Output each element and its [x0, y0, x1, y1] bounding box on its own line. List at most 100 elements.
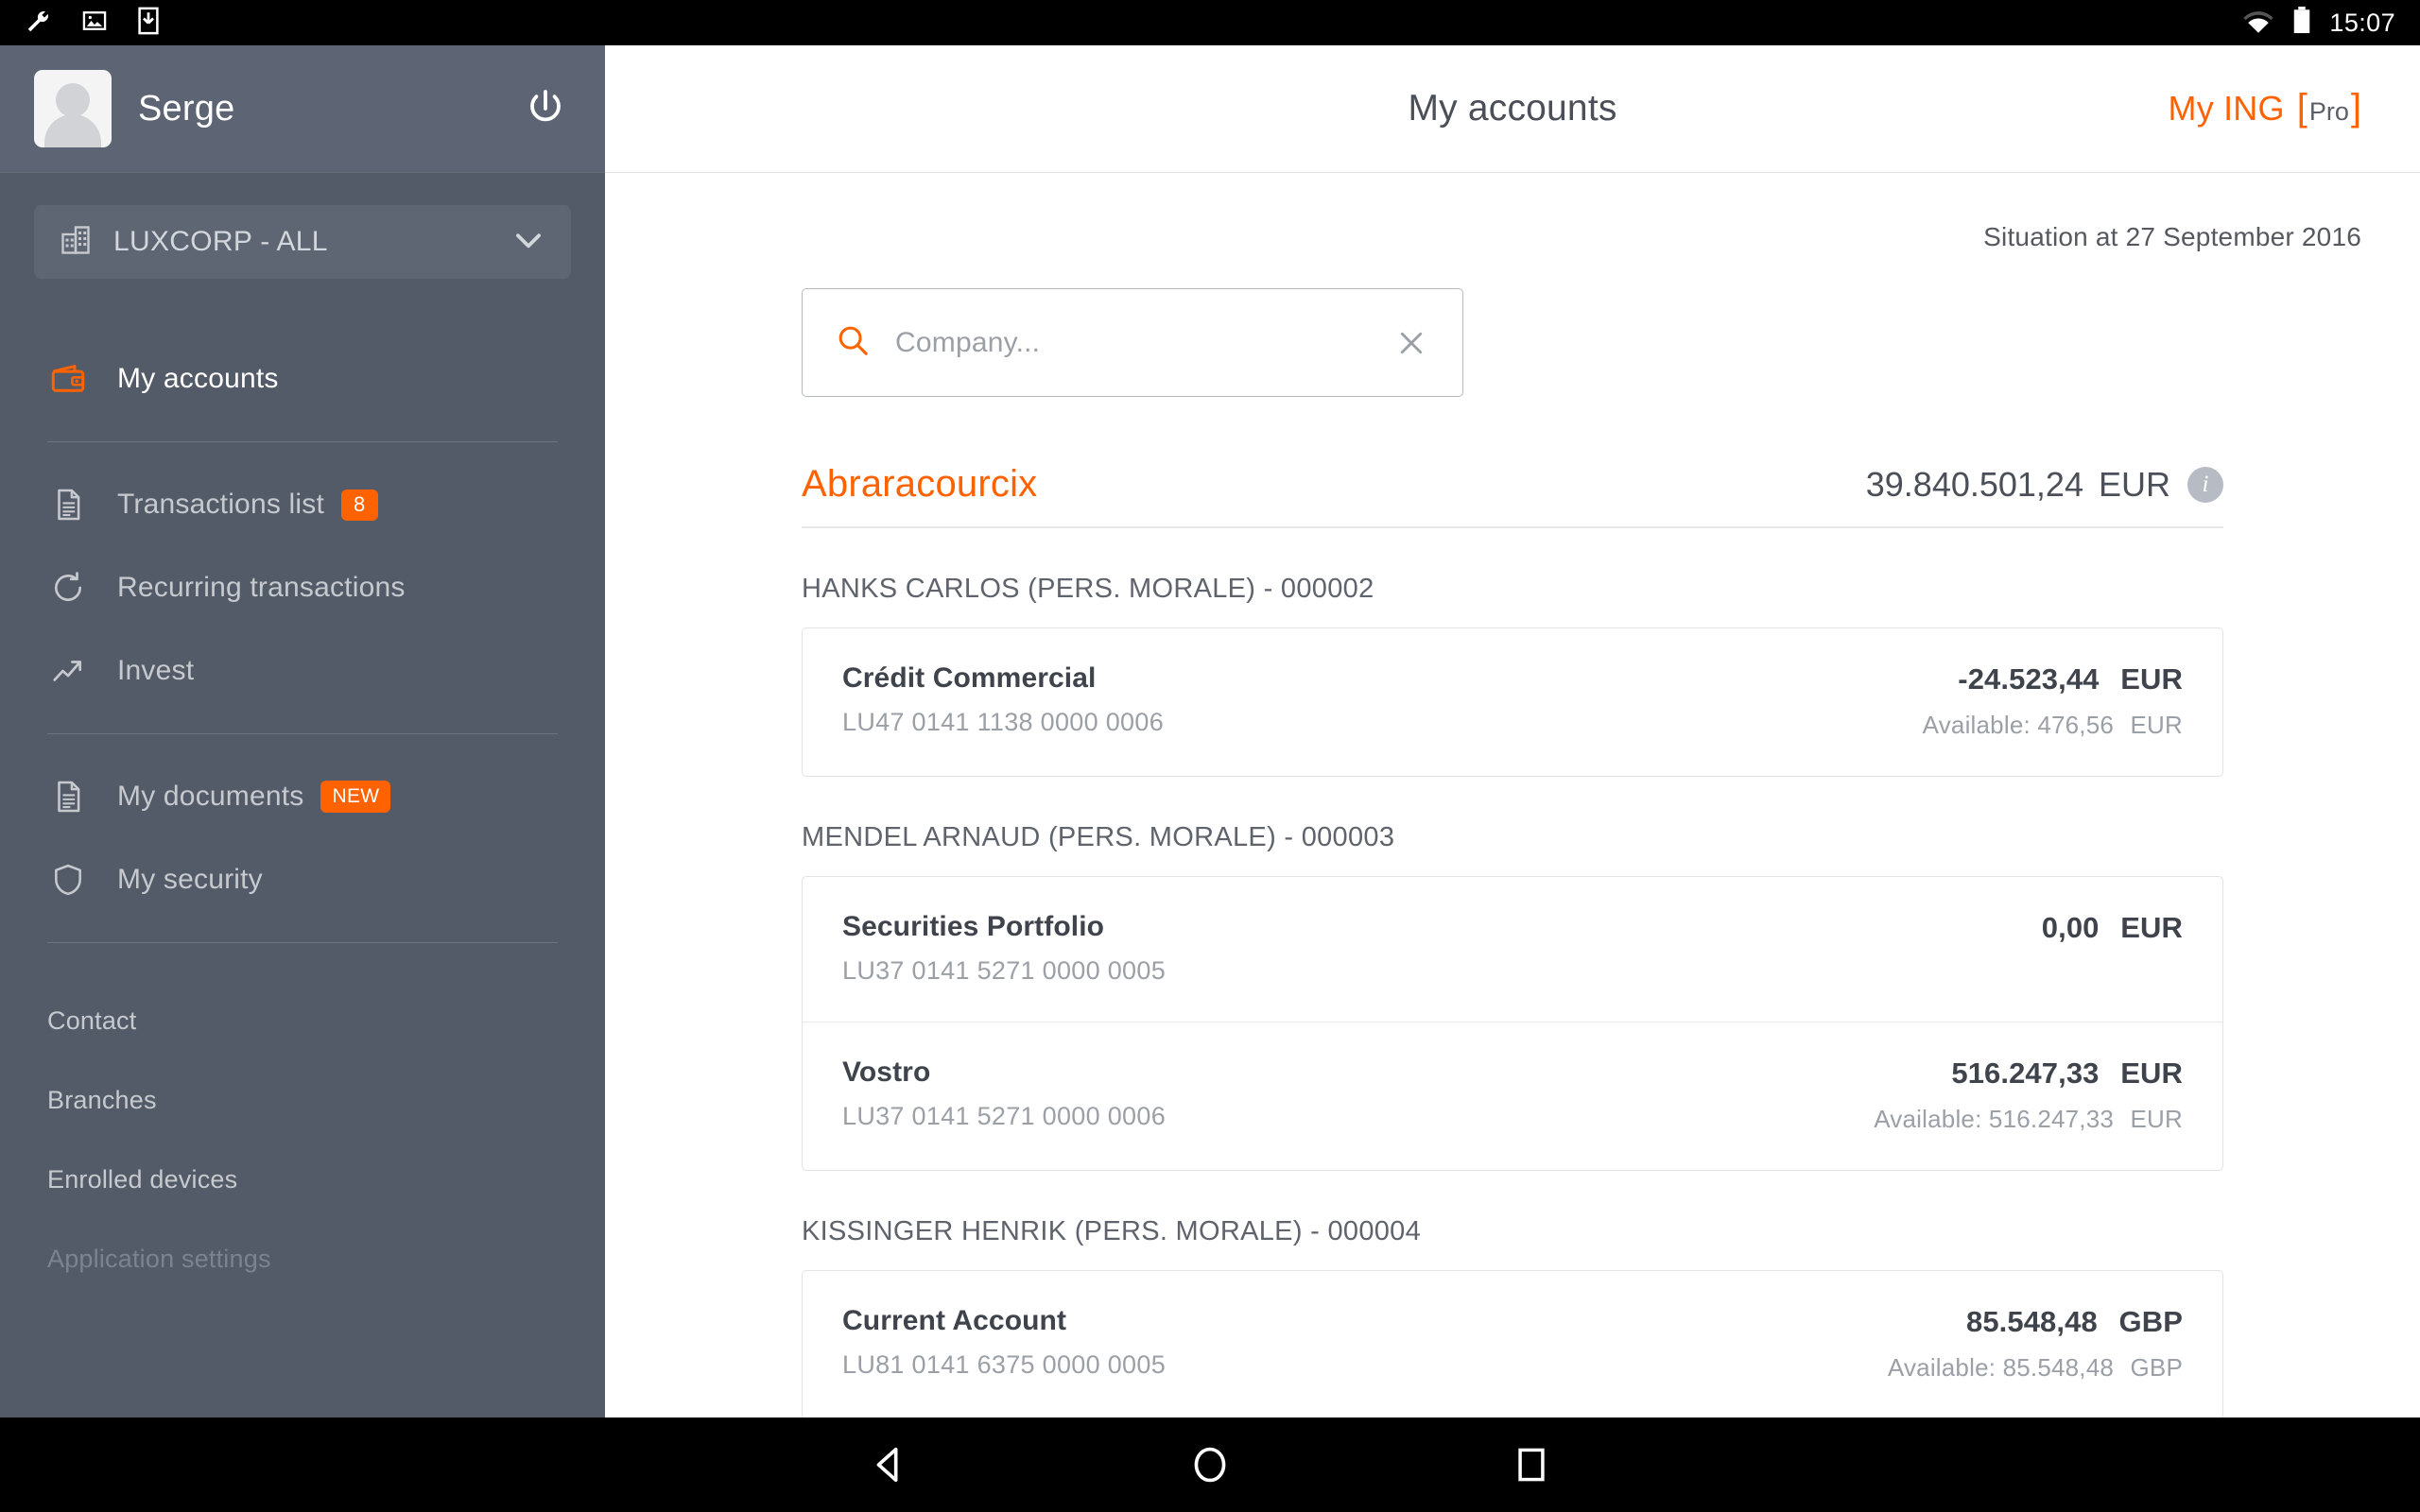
footer-link-contact[interactable]: Contact [0, 981, 605, 1060]
account-balance: 516.247,33 EUR Available: 516.247,33 EUR [1874, 1057, 2183, 1134]
avatar-body [44, 114, 101, 147]
footer-link-branches[interactable]: Branches [0, 1060, 605, 1140]
android-nav-bar [0, 1418, 2420, 1512]
accounts-content: Abraracourcix 39.840.501,24 EUR i HANKS … [605, 463, 2420, 1418]
avatar[interactable] [34, 70, 112, 147]
account-info: Vostro LU37 0141 5271 0000 0006 [842, 1057, 1166, 1131]
account-amount: 0,00 [2041, 911, 2100, 944]
account-currency: EUR [2120, 662, 2183, 696]
battery-icon [2291, 6, 2312, 40]
account-card: Securities Portfolio LU37 0141 5271 0000… [802, 876, 2223, 1171]
search-input[interactable]: Company... [895, 327, 1392, 359]
account-available-currency: GBP [2130, 1353, 2183, 1382]
sidebar-item-label: My security [117, 864, 263, 895]
user-name: Serge [138, 88, 235, 129]
shield-icon [47, 859, 89, 901]
sidebar-nav: My accounts Transactions list 8 Recurrin… [0, 337, 605, 943]
account-available-wrap: Available: 85.548,48 GBP [1888, 1353, 2183, 1383]
recents-icon[interactable] [1489, 1422, 1574, 1507]
account-row[interactable]: Securities Portfolio LU37 0141 5271 0000… [803, 877, 2222, 1022]
sidebar-divider-1 [47, 441, 558, 442]
sidebar-item-my-documents[interactable]: My documents NEW [0, 755, 605, 838]
building-icon [59, 223, 93, 262]
account-available-currency: EUR [2130, 711, 2183, 739]
transactions-badge: 8 [341, 489, 378, 521]
account-group: KISSINGER HENRIK (PERS. MORALE) - 000004… [802, 1216, 2223, 1418]
search-box[interactable]: Company... [802, 288, 1463, 397]
status-bar: 15:07 [0, 0, 2420, 45]
account-available-wrap: Available: 516.247,33 EUR [1874, 1105, 2183, 1134]
account-balance: -24.523,44 EUR Available: 476,56 EUR [1923, 662, 2183, 740]
account-name: Vostro [842, 1057, 931, 1088]
document-icon [47, 776, 89, 817]
company-title[interactable]: Abraracourcix [802, 463, 1037, 506]
account-amount-wrap: 85.548,48 GBP [1966, 1305, 2183, 1339]
company-selector[interactable]: LUXCORP - ALL [34, 205, 571, 279]
company-selector-value: LUXCORP - ALL [113, 226, 328, 257]
account-name: Crédit Commercial [842, 662, 1097, 694]
account-group-title: KISSINGER HENRIK (PERS. MORALE) - 000004 [802, 1216, 1422, 1246]
sidebar-item-label: Transactions list [117, 489, 325, 520]
home-icon[interactable] [1167, 1422, 1253, 1507]
account-iban: LU47 0141 1138 0000 0006 [842, 708, 1165, 736]
account-info: Current Account LU81 0141 6375 0000 0005 [842, 1305, 1166, 1380]
account-name: Current Account [842, 1305, 1067, 1336]
account-group: HANKS CARLOS (PERS. MORALE) - 000002 Cré… [802, 574, 2223, 777]
back-icon[interactable] [846, 1422, 931, 1507]
account-amount-wrap: 516.247,33 EUR [1951, 1057, 2183, 1091]
sidebar-item-invest[interactable]: Invest [0, 629, 605, 713]
account-available: Available: 476,56 [1922, 711, 2115, 739]
account-iban: LU37 0141 5271 0000 0005 [842, 956, 1167, 985]
document-icon [47, 484, 89, 525]
wrench-icon [25, 7, 53, 40]
close-icon[interactable] [1392, 324, 1430, 362]
sidebar-item-transactions-list[interactable]: Transactions list 8 [0, 463, 605, 546]
wifi-icon [2242, 9, 2274, 38]
footer-link-enrolled-devices[interactable]: Enrolled devices [0, 1140, 605, 1219]
sidebar-divider-2 [47, 733, 558, 734]
account-group-title: MENDEL ARNAUD (PERS. MORALE) - 000003 [802, 822, 1395, 852]
main-header: My accounts My ING [ Pro ] [605, 45, 2420, 173]
sidebar-footer-links: Contact Branches Enrolled devices Applic… [0, 981, 605, 1298]
account-available: Available: 85.548,48 [1887, 1353, 2115, 1382]
app-root: 15:07 Serge LUXCORP - ALL My accounts Tr… [0, 0, 2420, 1512]
account-iban: LU37 0141 5271 0000 0006 [842, 1102, 1167, 1130]
footer-link-application-settings[interactable]: Application settings [0, 1219, 605, 1298]
sidebar-item-my-security[interactable]: My security [0, 838, 605, 921]
sidebar-header: Serge [0, 45, 605, 173]
sidebar: Serge LUXCORP - ALL My accounts Transact… [0, 45, 605, 1418]
account-available-currency: EUR [2130, 1105, 2183, 1133]
account-group: MENDEL ARNAUD (PERS. MORALE) - 000003 Se… [802, 822, 2223, 1171]
account-amount-wrap: -24.523,44 EUR [1958, 662, 2183, 696]
sidebar-divider-3 [47, 942, 558, 943]
chevron-down-icon [510, 222, 546, 263]
trend-up-icon [47, 650, 89, 692]
documents-new-badge: NEW [320, 781, 391, 813]
account-currency: EUR [2120, 911, 2183, 944]
sidebar-item-recurring-transactions[interactable]: Recurring transactions [0, 546, 605, 629]
account-amount: -24.523,44 [1958, 662, 2100, 696]
sidebar-item-label: My accounts [117, 363, 279, 394]
account-card: Current Account LU81 0141 6375 0000 0005… [802, 1270, 2223, 1418]
account-amount-wrap: 0,00 EUR [2042, 911, 2183, 945]
account-row[interactable]: Vostro LU37 0141 5271 0000 0006 516.247,… [803, 1022, 2222, 1170]
download-icon [136, 7, 161, 40]
status-bar-left-icons [25, 7, 161, 40]
sidebar-item-label: Invest [117, 655, 195, 686]
account-row[interactable]: Crédit Commercial LU47 0141 1138 0000 00… [803, 628, 2222, 776]
power-button[interactable] [520, 83, 571, 134]
sidebar-item-my-accounts[interactable]: My accounts [0, 337, 605, 421]
company-total-currency: EUR [2098, 464, 2170, 504]
status-bar-clock: 15:07 [2329, 8, 2395, 37]
account-available: Available: 516.247,33 [1874, 1105, 2115, 1133]
account-group-title: HANKS CARLOS (PERS. MORALE) - 000002 [802, 574, 1374, 604]
account-available-wrap: Available: 476,56 EUR [1923, 711, 2183, 740]
account-balance: 85.548,48 GBP Available: 85.548,48 GBP [1888, 1305, 2183, 1383]
sidebar-item-label: My documents [117, 781, 304, 812]
account-row[interactable]: Current Account LU81 0141 6375 0000 0005… [803, 1271, 2222, 1418]
info-icon[interactable]: i [2187, 466, 2223, 503]
sidebar-item-label: Recurring transactions [117, 572, 406, 603]
account-name: Securities Portfolio [842, 911, 1105, 942]
account-balance: 0,00 EUR [2042, 911, 2183, 945]
search-row: Company... [605, 252, 2420, 397]
